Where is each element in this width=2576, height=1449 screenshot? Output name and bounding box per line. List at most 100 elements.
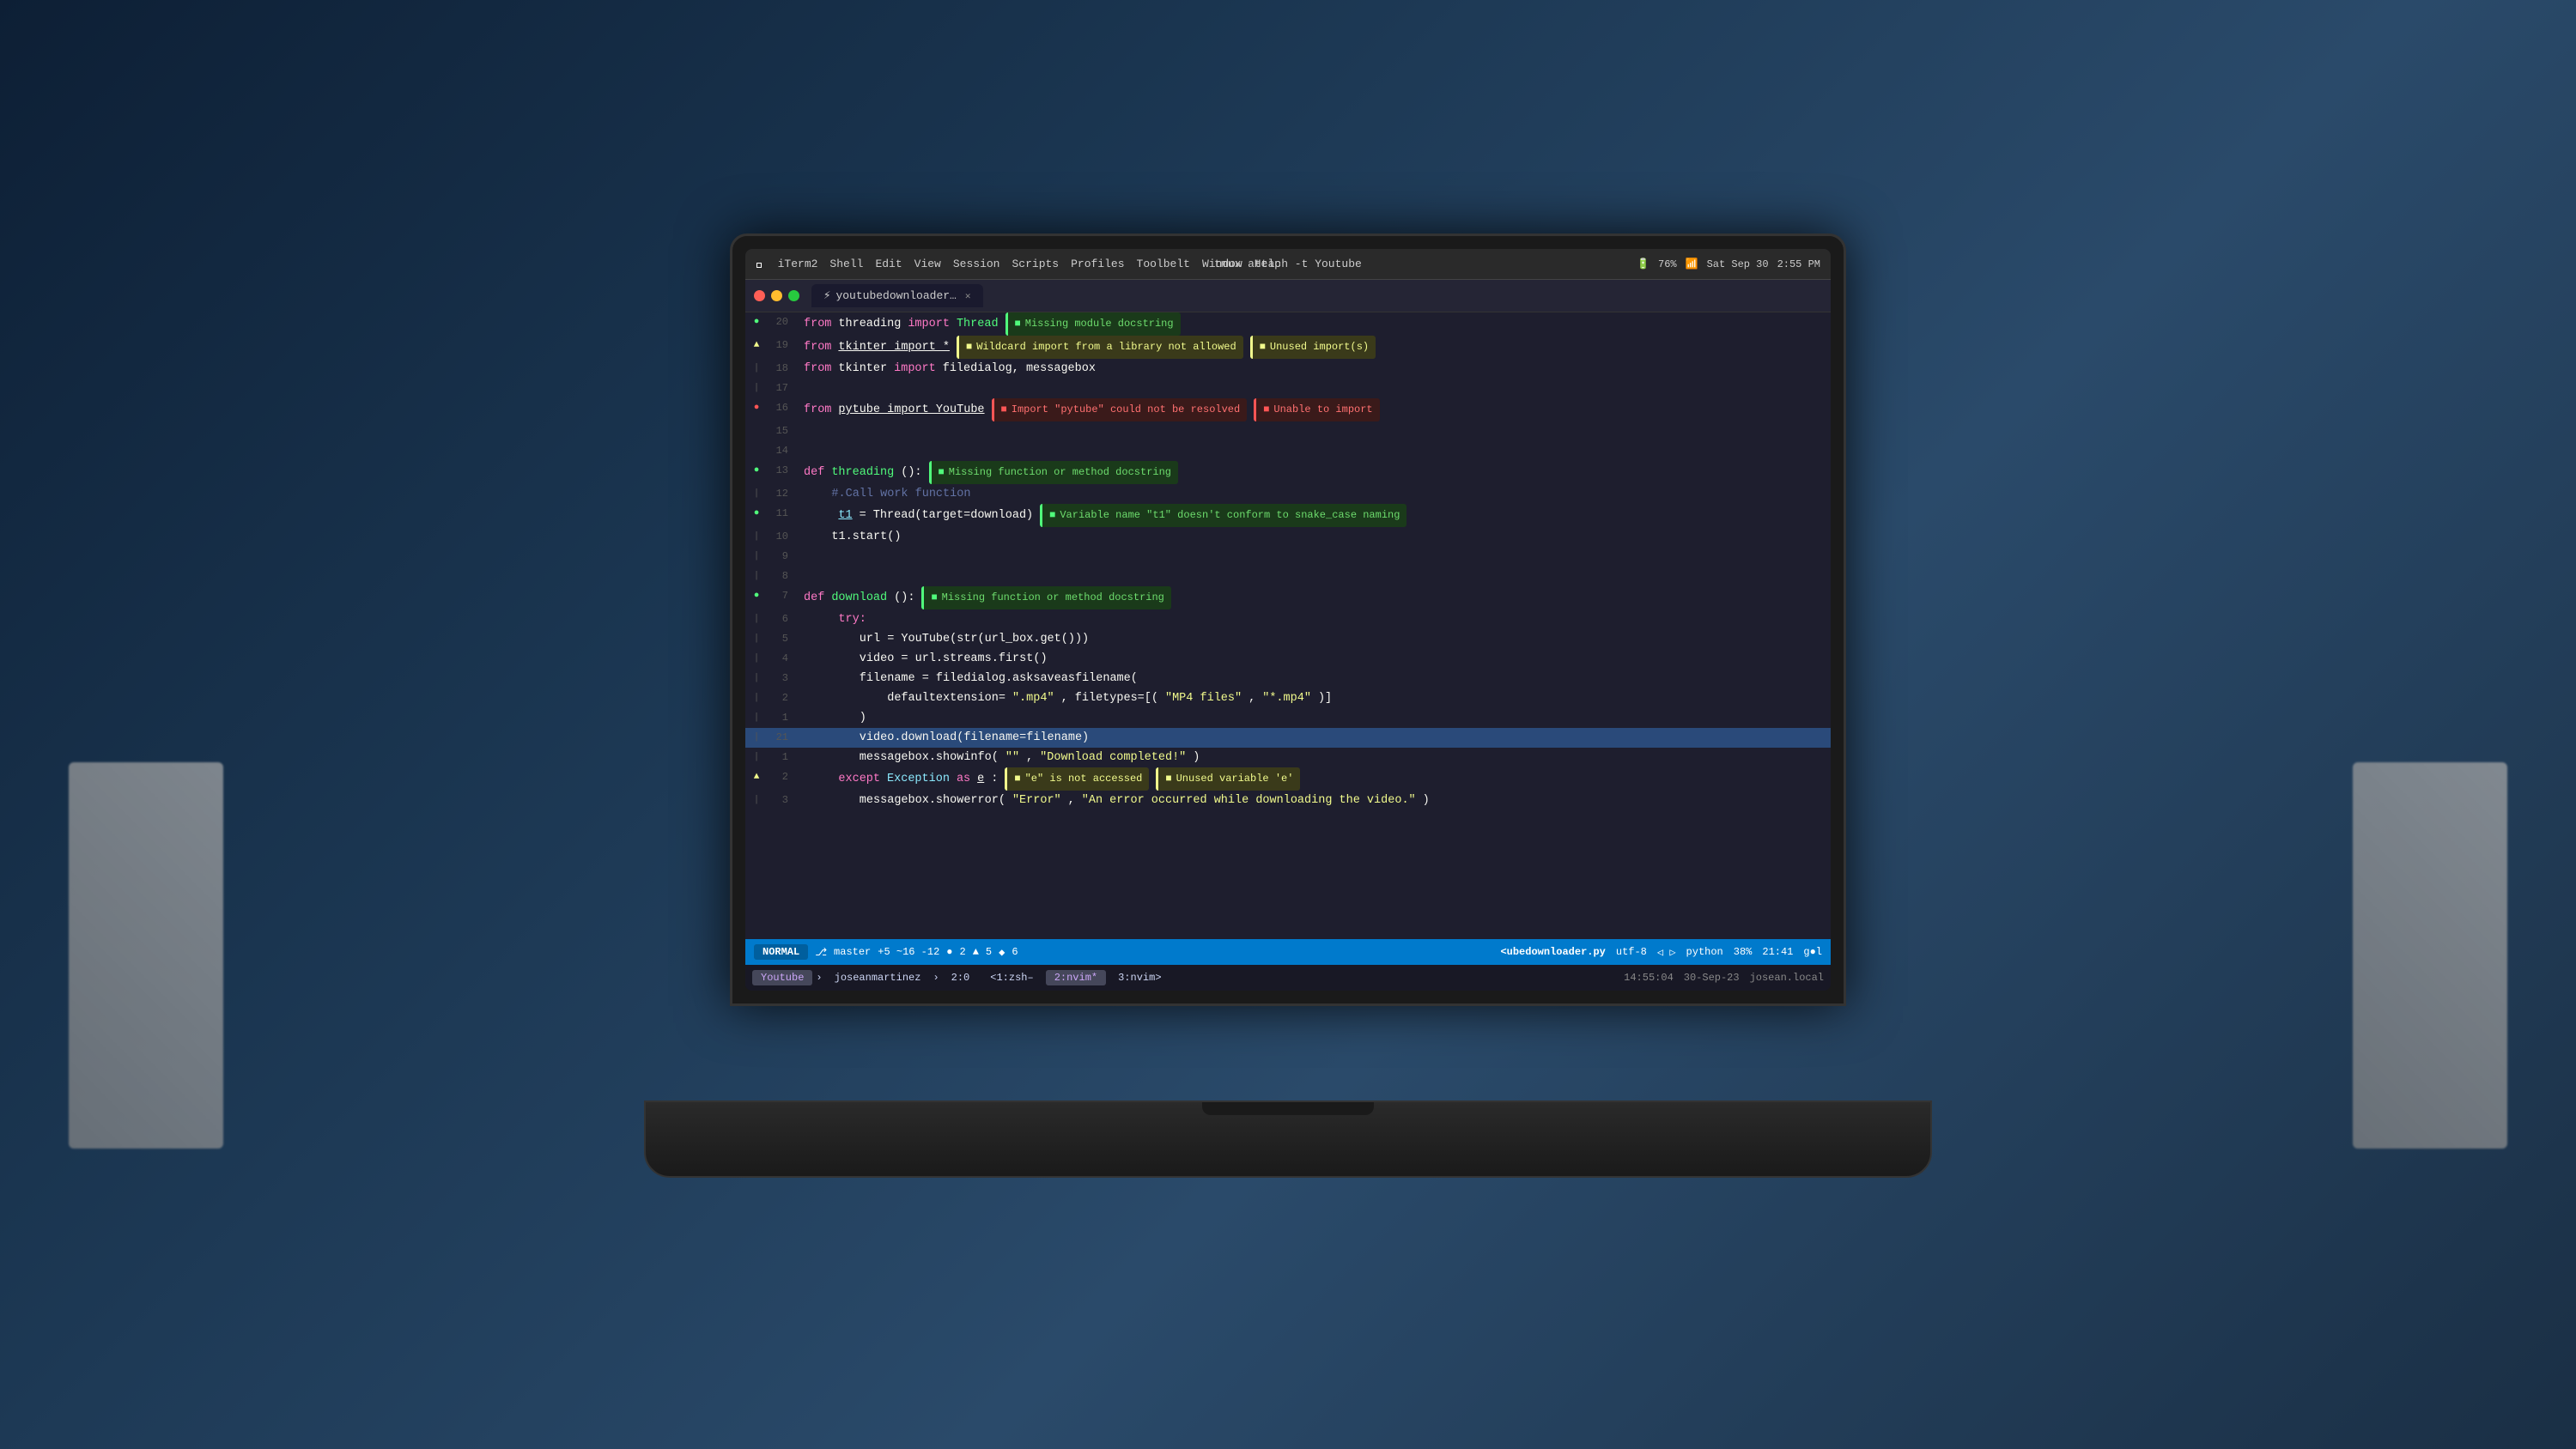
gutter-1a: | 1 bbox=[752, 708, 804, 728]
status-filetype: python bbox=[1686, 946, 1723, 958]
status-right: <ubedownloader.py utf-8 ◁ ▷ python 38% 2… bbox=[1500, 946, 1822, 959]
code-line-2a: | 2 defaultextension= ".mp4" , filetypes… bbox=[745, 688, 1831, 708]
mod-threading: threading bbox=[838, 314, 901, 334]
laptop:  iTerm2 Shell Edit View Session Scripts… bbox=[558, 233, 2018, 1178]
hint-16-2: ■ Unable to import bbox=[1254, 398, 1379, 421]
linenum-2a: 2 bbox=[764, 688, 788, 708]
content-10: t1.start() bbox=[804, 527, 1824, 547]
code-line-20: ● 20 from threading import Thread ■ M bbox=[745, 312, 1831, 336]
code-line-19: ▲ 19 from tkinter import * ■ Wildcard im… bbox=[745, 336, 1831, 359]
linenum-5: 5 bbox=[764, 629, 788, 649]
linenum-20: 20 bbox=[764, 312, 788, 332]
content-5: url = YouTube(str(url_box.get())) bbox=[804, 629, 1824, 649]
laptop-screen:  iTerm2 Shell Edit View Session Scripts… bbox=[745, 249, 1831, 991]
code-line-17: | 17 bbox=[745, 379, 1831, 398]
gutter-18: | 18 bbox=[752, 359, 804, 379]
status-extra: g●l bbox=[1803, 946, 1822, 958]
gutter-12: | 12 bbox=[752, 484, 804, 504]
content-2a: defaultextension= ".mp4" , filetypes=[( … bbox=[804, 688, 1824, 708]
tmux-window-2-0[interactable]: 2:0 bbox=[943, 970, 979, 985]
code-container: ● 20 from threading import Thread ■ M bbox=[745, 312, 1831, 939]
hint-2b-2: ■ Unused variable 'e' bbox=[1156, 767, 1300, 791]
code-line-9: | 9 bbox=[745, 547, 1831, 567]
content-7: def download (): ■ Missing function or m… bbox=[804, 586, 1824, 609]
code-line-3a: | 3 filename = filedialog.asksaveasfilen… bbox=[745, 669, 1831, 688]
maximize-button[interactable] bbox=[788, 290, 799, 301]
tmux-separator-2: › bbox=[933, 972, 939, 984]
linenum-10: 10 bbox=[764, 527, 788, 547]
menu-edit[interactable]: Edit bbox=[875, 258, 902, 270]
tmux-window-3-nvim-label: 3:nvim> bbox=[1118, 972, 1161, 984]
rubiks-right-decor bbox=[2353, 762, 2507, 1149]
tab-youtubedownloader[interactable]: ⚡ youtubedownloader… ✕ bbox=[811, 284, 983, 307]
status-filename: <ubedownloader.py bbox=[1500, 946, 1605, 958]
code-line-15: 15 bbox=[745, 421, 1831, 441]
indicator-20: ● bbox=[752, 312, 761, 332]
indicator-11: ● bbox=[752, 504, 761, 524]
linenum-7: 7 bbox=[764, 586, 788, 606]
tmux-window-1-zsh-label: <1:zsh– bbox=[990, 972, 1033, 984]
close-button[interactable] bbox=[754, 290, 765, 301]
hint-count: 6 bbox=[1012, 946, 1018, 958]
indicator-1b: | bbox=[752, 748, 761, 767]
tab-close-icon[interactable]: ✕ bbox=[965, 290, 971, 302]
code-line-16: ● 16 from pytube import YouTube ■ Import… bbox=[745, 398, 1831, 421]
tmux-window-joseanmartinez[interactable]: joseanmartinez bbox=[826, 970, 930, 985]
hint-icon: ◆ bbox=[999, 946, 1005, 959]
indicator-2a: | bbox=[752, 688, 761, 708]
indicator-12: | bbox=[752, 484, 761, 504]
tmux-window-youtube-label: Youtube bbox=[761, 972, 804, 984]
warning-count: 5 bbox=[986, 946, 992, 958]
tab-label: youtubedownloader… bbox=[835, 289, 956, 302]
status-position: 21:41 bbox=[1762, 946, 1793, 958]
tmux-bar: Youtube › joseanmartinez › 2:0 <1:zsh– bbox=[745, 965, 1831, 991]
menu-scripts[interactable]: Scripts bbox=[1012, 258, 1059, 270]
linenum-18: 18 bbox=[764, 359, 788, 379]
gutter-9: | 9 bbox=[752, 547, 804, 567]
tmux-window-2-nvim[interactable]: 2:nvim* bbox=[1046, 970, 1106, 985]
git-stats: +5 ~16 -12 bbox=[878, 946, 939, 958]
hint-13-1: ■ Missing function or method docstring bbox=[929, 461, 1178, 484]
menu-session[interactable]: Session bbox=[953, 258, 1000, 270]
indicator-18: | bbox=[752, 359, 761, 379]
code-line-21: | 21 video.download(filename=filename) bbox=[745, 728, 1831, 748]
wifi-icon: 📶 bbox=[1686, 258, 1698, 270]
code-line-8: | 8 bbox=[745, 567, 1831, 586]
laptop-base bbox=[644, 1100, 1932, 1178]
content-3a: filename = filedialog.asksaveasfilename( bbox=[804, 669, 1824, 688]
gutter-8: | 8 bbox=[752, 567, 804, 586]
content-3b: messagebox.showerror( "Error" , "An erro… bbox=[804, 791, 1824, 810]
linenum-3b: 3 bbox=[764, 791, 788, 810]
content-19: from tkinter import * ■ Wildcard import … bbox=[804, 336, 1824, 359]
code-line-3b: | 3 messagebox.showerror( "Error" , "An … bbox=[745, 791, 1831, 810]
menu-view[interactable]: View bbox=[914, 258, 941, 270]
minimize-button[interactable] bbox=[771, 290, 782, 301]
git-branch: master bbox=[834, 946, 871, 958]
content-16: from pytube import YouTube ■ Import "pyt… bbox=[804, 398, 1824, 421]
content-1b: messagebox.showinfo( "" , "Download comp… bbox=[804, 748, 1824, 767]
menu-shell[interactable]: Shell bbox=[829, 258, 863, 270]
tmux-window-youtube[interactable]: Youtube bbox=[752, 970, 812, 985]
gutter-5: | 5 bbox=[752, 629, 804, 649]
cls-thread: Thread bbox=[957, 314, 999, 334]
gutter-13: ● 13 bbox=[752, 461, 804, 481]
tmux-host: josean.local bbox=[1750, 972, 1824, 984]
menu-toolbelt[interactable]: Toolbelt bbox=[1137, 258, 1190, 270]
menu-iterm2[interactable]: iTerm2 bbox=[778, 258, 818, 270]
editor-area: ● 20 from threading import Thread ■ M bbox=[745, 312, 1831, 991]
linenum-11: 11 bbox=[764, 504, 788, 524]
hint-2b-1: ■ "e" is not accessed bbox=[1005, 767, 1149, 791]
indicator-6: | bbox=[752, 609, 761, 629]
date-display: Sat Sep 30 bbox=[1707, 258, 1769, 270]
gutter-4: | 4 bbox=[752, 649, 804, 669]
menubar-right: 🔋 76% 📶 Sat Sep 30 2:55 PM bbox=[1637, 258, 1820, 270]
kw-from: from bbox=[804, 314, 831, 334]
menubar:  iTerm2 Shell Edit View Session Scripts… bbox=[745, 249, 1831, 280]
tmux-window-3-nvim[interactable]: 3:nvim> bbox=[1109, 970, 1170, 985]
indicator-16: ● bbox=[752, 398, 761, 418]
code-line-1b: | 1 messagebox.showinfo( "" , "Download … bbox=[745, 748, 1831, 767]
tmux-right: 14:55:04 30-Sep-23 josean.local bbox=[1624, 972, 1824, 984]
tmux-time: 14:55:04 bbox=[1624, 972, 1674, 984]
tmux-window-1-zsh[interactable]: <1:zsh– bbox=[981, 970, 1042, 985]
menu-profiles[interactable]: Profiles bbox=[1071, 258, 1124, 270]
